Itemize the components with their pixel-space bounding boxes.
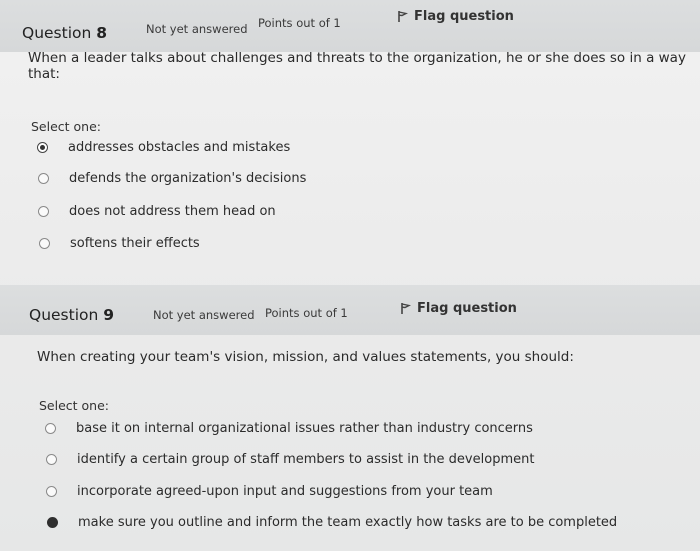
question-9-number: 9: [103, 306, 115, 324]
option-label: defends the organization's decisions: [69, 171, 307, 186]
option-label: softens their effects: [70, 236, 200, 251]
question-9-title: Question 9: [29, 306, 114, 324]
question-9-flag-label: Flag question: [417, 301, 517, 316]
question-8-number: 8: [96, 24, 108, 42]
question-9-option-4[interactable]: make sure you outline and inform the tea…: [47, 515, 617, 530]
question-8-select-label: Select one:: [31, 119, 102, 134]
question-8-status: Not yet answered: [146, 22, 248, 36]
question-9-label: Question: [29, 306, 99, 324]
radio[interactable]: [39, 238, 50, 249]
question-9-points: Points out of 1: [265, 306, 348, 320]
question-8-flag-label: Flag question: [414, 9, 514, 24]
question-8-option-2[interactable]: defends the organization's decisions: [38, 171, 306, 186]
question-8-option-1[interactable]: addresses obstacles and mistakes: [37, 140, 290, 155]
question-8-title: Question 8: [22, 24, 107, 42]
question-9-option-3[interactable]: incorporate agreed-upon input and sugges…: [46, 484, 493, 499]
radio[interactable]: [38, 206, 49, 217]
radio-checked[interactable]: [47, 517, 58, 528]
option-label: addresses obstacles and mistakes: [68, 140, 291, 155]
question-9-option-1[interactable]: base it on internal organizational issue…: [45, 421, 533, 436]
question-9-text: When creating your team's vision, missio…: [37, 349, 574, 365]
question-9-select-label: Select one:: [39, 398, 110, 413]
flag-icon: [401, 303, 411, 314]
radio[interactable]: [46, 454, 57, 465]
question-9-option-2[interactable]: identify a certain group of staff member…: [46, 452, 534, 467]
question-8-flag-button[interactable]: Flag question: [398, 9, 514, 24]
option-label: make sure you outline and inform the tea…: [78, 515, 618, 530]
radio[interactable]: [38, 173, 49, 184]
question-8-text: When a leader talks about challenges and…: [28, 50, 686, 82]
radio[interactable]: [45, 423, 56, 434]
question-9-flag-button[interactable]: Flag question: [401, 301, 517, 316]
option-label: does not address them head on: [69, 204, 276, 219]
question-8-option-3[interactable]: does not address them head on: [38, 204, 276, 219]
option-label: incorporate agreed-upon input and sugges…: [77, 484, 493, 499]
question-9-status: Not yet answered: [153, 308, 255, 322]
flag-icon: [398, 11, 408, 22]
radio-checked[interactable]: [37, 142, 48, 153]
quiz-page: Question 8 Not yet answered Points out o…: [0, 0, 700, 551]
radio[interactable]: [46, 486, 57, 497]
question-8-option-4[interactable]: softens their effects: [39, 236, 200, 251]
question-8-points: Points out of 1: [258, 16, 341, 30]
option-label: identify a certain group of staff member…: [77, 452, 535, 467]
option-label: base it on internal organizational issue…: [76, 421, 533, 436]
question-8-label: Question: [22, 24, 92, 42]
